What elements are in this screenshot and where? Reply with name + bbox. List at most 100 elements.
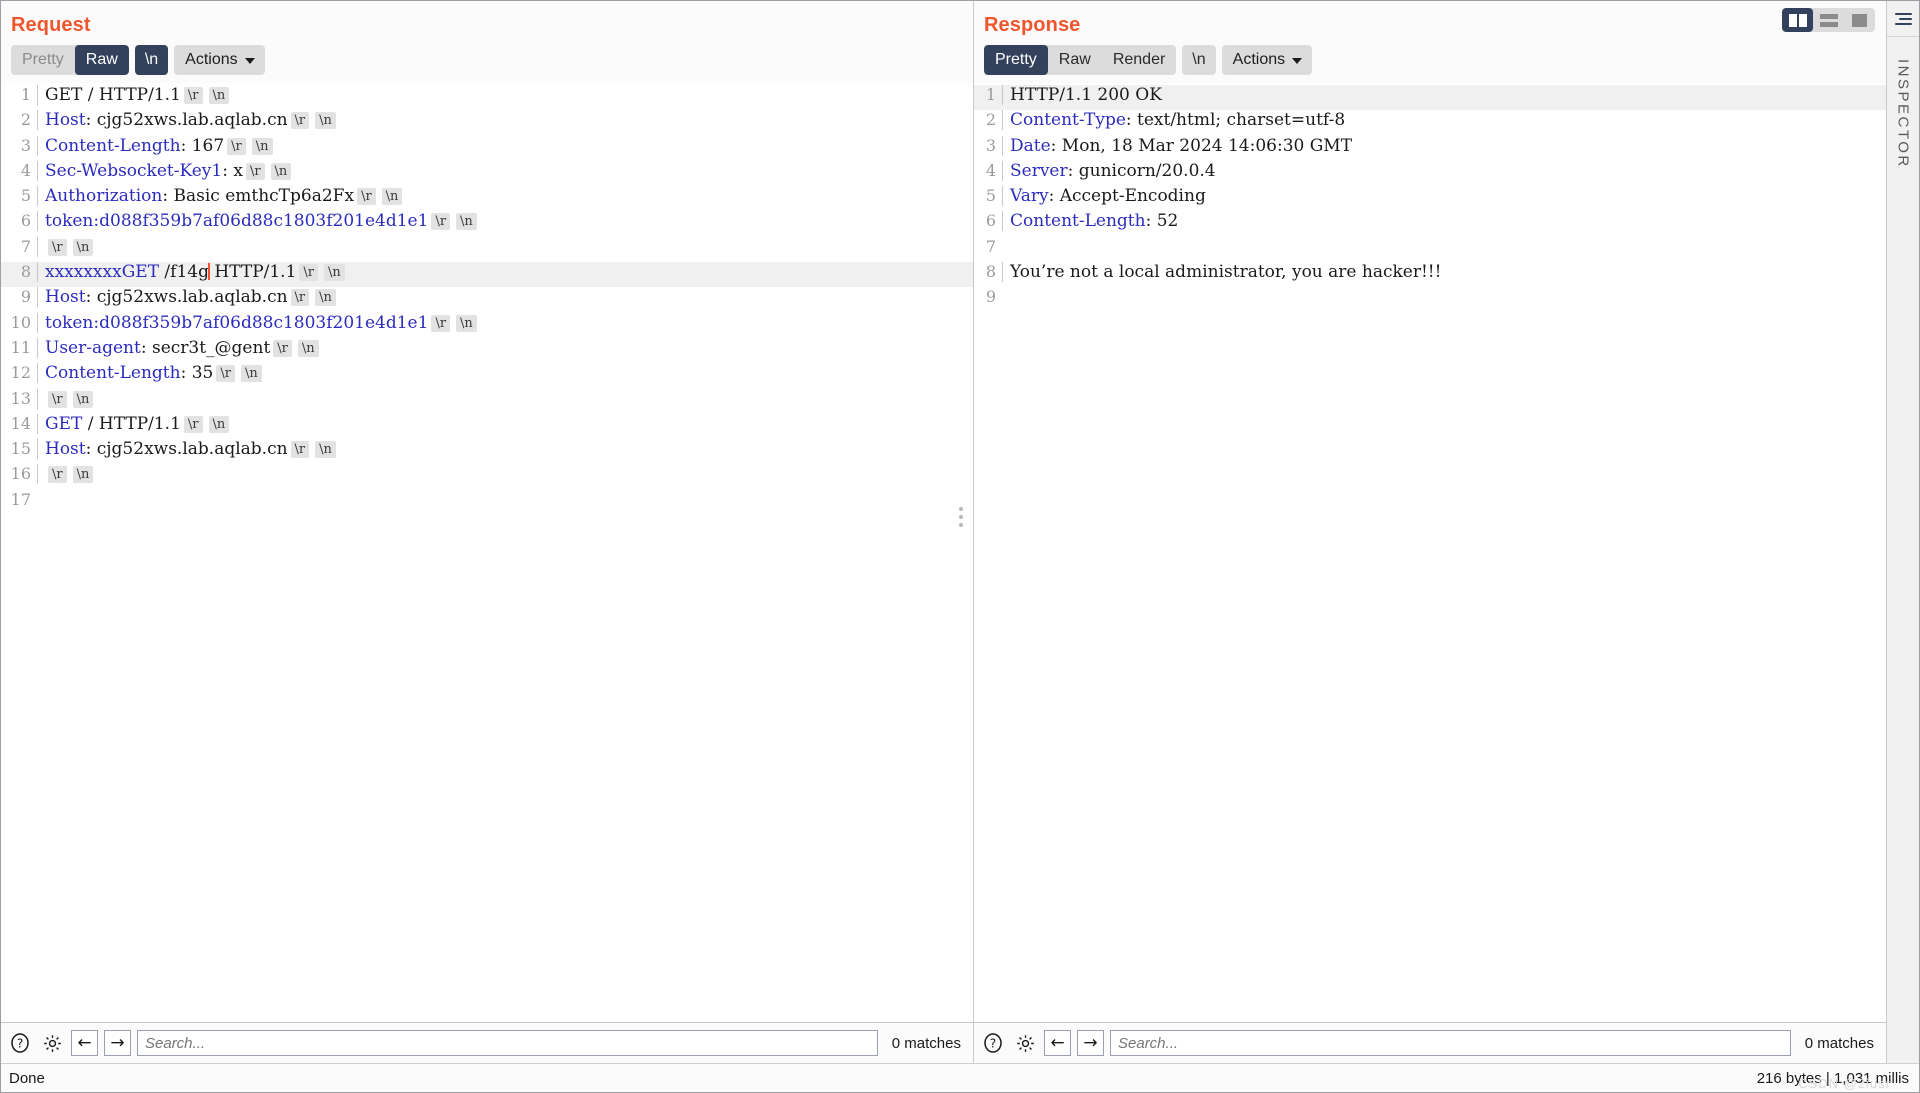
control-char-chip: \n <box>270 162 292 180</box>
code-line[interactable]: 8 You’re not a local administrator, you a… <box>974 262 1886 287</box>
control-char-chip: \r <box>227 137 246 155</box>
inspector-label[interactable]: INSPECTOR <box>1895 59 1912 169</box>
header-value: : cjg52xws.lab.aqlab.cn <box>85 439 288 460</box>
request-search-input[interactable] <box>137 1030 878 1056</box>
request-view-tabs[interactable]: Pretty Raw <box>11 45 129 75</box>
request-editor[interactable]: 1 GET / HTTP/1.1 \r \n 2 Host: cjg52xws.lab.a… <box>1 83 973 1022</box>
code-line[interactable]: 3 Date: Mon, 18 Mar 2024 14:06:30 GMT <box>974 135 1886 161</box>
control-char-chip: \r <box>290 289 310 307</box>
svg-text:?: ? <box>990 1037 996 1051</box>
line-number: 8 <box>20 262 31 282</box>
response-tab-render[interactable]: Render <box>1101 45 1177 75</box>
code-line[interactable]: 2 Host: cjg52xws.lab.aqlab.cn \r \n <box>1 110 973 135</box>
layout-side-by-side-button[interactable] <box>1782 8 1813 32</box>
control-char-chip: \n <box>381 188 403 206</box>
code-line[interactable]: 6 Content-Length: 52 <box>974 211 1886 236</box>
code-line[interactable]: 9 Host: cjg52xws.lab.aqlab.cn \r \n <box>1 287 973 312</box>
request-response-split: Request Pretty Raw \n Actions 1 GET / HTT… <box>1 1 1919 1063</box>
svg-text:?: ? <box>17 1037 23 1051</box>
response-title: Response <box>984 14 1081 36</box>
layout-single-button[interactable] <box>1844 8 1875 32</box>
header-value: / HTTP/1.1 <box>82 413 181 434</box>
line-number: 6 <box>985 211 996 231</box>
code-line[interactable]: 14 GET / HTTP/1.1 \r \n <box>1 413 973 439</box>
request-actions-menu[interactable]: Actions <box>174 45 265 75</box>
line-content: \r \n <box>37 464 973 485</box>
response-search-input[interactable] <box>1110 1030 1791 1056</box>
status-bar: Done 216 bytes | 1,031 millis CSDN @2ius… <box>1 1063 1919 1092</box>
search-prev-button[interactable]: ← <box>71 1030 98 1056</box>
code-line[interactable]: 17 <box>1 490 973 515</box>
code-line[interactable]: 4 Server: gunicorn/20.0.4 <box>974 160 1886 186</box>
header-value: GET / HTTP/1.1 <box>45 85 181 105</box>
header-value: : Basic emthcTp6a2Fx <box>162 186 355 207</box>
control-char-chip: \r <box>183 415 203 433</box>
control-char-chip: \n <box>72 466 94 484</box>
control-char-chip: \r <box>245 162 265 180</box>
code-line[interactable]: 10 token:d088f359b7af06d88c1803f201e4d1e1… <box>1 312 973 338</box>
line-number: 16 <box>10 464 31 484</box>
line-number: 7 <box>20 236 31 256</box>
gear-icon[interactable] <box>39 1030 65 1056</box>
request-toolbar: Pretty Raw \n Actions <box>11 45 973 83</box>
control-char-chip: \r <box>299 264 319 282</box>
code-line[interactable]: 4 Sec-Websocket-Key1: x \r \n <box>1 160 973 186</box>
request-match-count: 0 matches <box>891 1034 961 1052</box>
help-icon[interactable]: ? <box>7 1030 33 1056</box>
header-name: Host <box>45 110 86 131</box>
inspector-menu-button[interactable] <box>1887 1 1919 37</box>
chevron-down-icon <box>244 58 255 64</box>
line-content: \r \n <box>37 388 973 409</box>
code-line[interactable]: 9 <box>974 287 1886 312</box>
response-tab-pretty[interactable]: Pretty <box>984 45 1048 75</box>
single-view-icon <box>1852 13 1867 27</box>
response-tab-raw[interactable]: Raw <box>1047 45 1102 75</box>
response-editor[interactable]: 1 HTTP/1.1 200 OK 2 Content-Type: text/html… <box>974 83 1886 1022</box>
control-char-chip: \n <box>240 365 262 383</box>
header-name: :d088f359b7af06d88c1803f201e4d1e1 <box>93 211 429 232</box>
layout-toggle-group[interactable] <box>1782 8 1875 32</box>
code-line[interactable]: 3 Content-Length: 167 \r \n <box>1 135 973 161</box>
search-prev-button[interactable]: ← <box>1044 1030 1071 1056</box>
control-char-chip: \r <box>48 390 67 408</box>
response-match-count: 0 matches <box>1804 1034 1874 1052</box>
line-number: 14 <box>10 413 31 433</box>
line-content: token:d088f359b7af06d88c1803f201e4d1e1 \r… <box>37 312 973 333</box>
header-value: HTTP/1.1 <box>208 262 297 283</box>
response-actions-menu[interactable]: Actions <box>1221 45 1313 75</box>
code-line[interactable]: 1 GET / HTTP/1.1 \r \n <box>1 85 973 110</box>
code-line[interactable]: 15 Host: cjg52xws.lab.aqlab.cn \r \n <box>1 439 973 464</box>
search-next-button[interactable]: → <box>1077 1030 1104 1056</box>
request-newline-button[interactable]: \n <box>134 45 169 75</box>
request-tab-pretty[interactable]: Pretty <box>11 45 75 75</box>
header-value: HTTP/1.1 200 OK <box>1010 85 1162 105</box>
code-line[interactable]: 8 xxxxxxxxGET /f14g HTTP/1.1 \r \n <box>1 262 973 288</box>
header-value: : Accept-Encoding <box>1048 186 1206 207</box>
code-line[interactable]: 5 Authorization: Basic emthcTp6a2Fx \r \n <box>1 186 973 211</box>
gear-icon[interactable] <box>1012 1030 1038 1056</box>
code-line[interactable]: 5 Vary: Accept-Encoding <box>974 186 1886 211</box>
panel-resize-handle[interactable] <box>959 507 965 527</box>
code-line[interactable]: 1 HTTP/1.1 200 OK <box>974 85 1886 111</box>
line-number: 12 <box>10 363 31 383</box>
search-next-button[interactable]: → <box>104 1030 131 1056</box>
code-line[interactable]: 11 User-agent: secr3t_@gent \r \n <box>1 337 973 363</box>
help-icon[interactable]: ? <box>980 1030 1006 1056</box>
line-content: You’re not a local administrator, you ar… <box>1002 262 1886 283</box>
code-line[interactable]: 12 Content-Length: 35 \r \n <box>1 363 973 388</box>
header-name: Content-Length <box>45 363 181 384</box>
code-line[interactable]: 7 \r \n <box>1 236 973 262</box>
code-line[interactable]: 16 \r \n <box>1 464 973 489</box>
code-line[interactable]: 7 <box>974 237 1886 262</box>
code-line[interactable]: 6 token:d088f359b7af06d88c1803f201e4d1e1 \… <box>1 211 973 236</box>
header-name: token <box>45 312 94 333</box>
response-newline-button[interactable]: \n <box>1182 45 1216 75</box>
layout-stacked-button[interactable] <box>1813 8 1844 32</box>
response-search-bar: ? ← → 0 matches <box>974 1022 1886 1063</box>
response-view-tabs[interactable]: Pretty Raw Render <box>984 45 1177 75</box>
header-name: Sec-Websocket-Key1 <box>45 160 223 181</box>
line-content: GET / HTTP/1.1 \r \n <box>37 85 973 105</box>
code-line[interactable]: 2 Content-Type: text/html; charset=utf-8 <box>974 110 1886 135</box>
request-tab-raw[interactable]: Raw <box>74 45 129 75</box>
code-line[interactable]: 13 \r \n <box>1 388 973 414</box>
